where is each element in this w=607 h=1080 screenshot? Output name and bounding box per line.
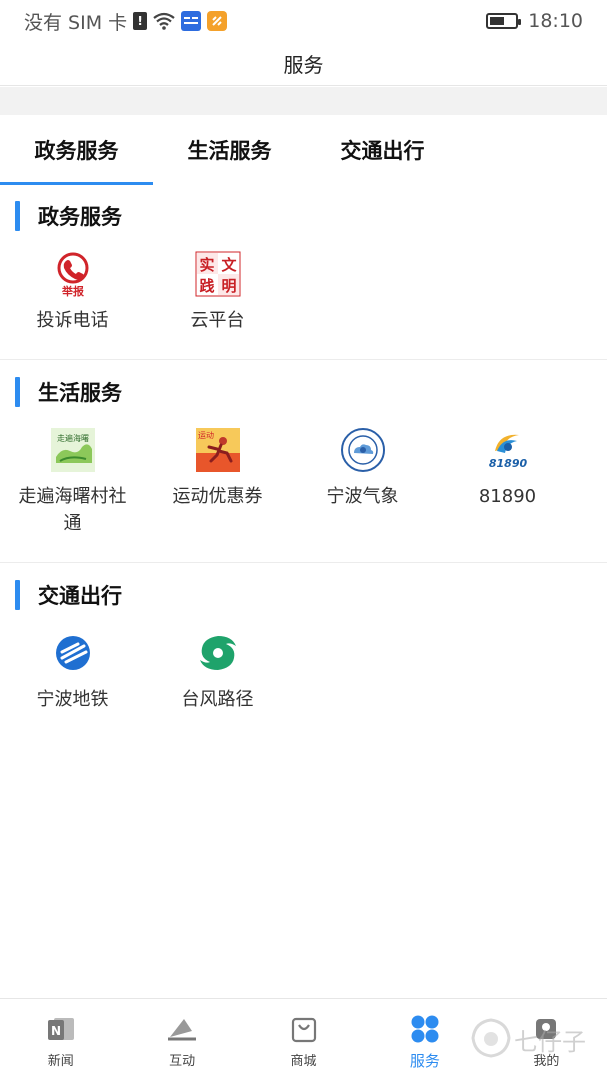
service-label: 走遍海曙村社通 — [18, 486, 127, 534]
section-title: 生活服务 — [38, 381, 122, 405]
section-divider — [0, 359, 607, 360]
section-marker — [15, 201, 20, 231]
notification-app-icon-2 — [207, 11, 228, 31]
service-label: 云平台 — [190, 310, 245, 331]
nav-label: 商城 — [290, 1054, 317, 1069]
nav-interact[interactable]: 互动 — [121, 999, 242, 1080]
service-label: 81890 — [478, 486, 537, 507]
service-label: 投诉电话 — [36, 310, 109, 331]
tab-transportation[interactable]: 交通出行 — [306, 115, 459, 185]
service-cloud-platform[interactable]: 实 文 践 明 云平台 — [145, 245, 290, 334]
hotline-text: 81890 — [488, 457, 527, 470]
service-81890[interactable]: 81890 81890 — [435, 421, 580, 537]
section-marker — [15, 377, 20, 407]
practice-char-3: 践 — [199, 277, 214, 295]
ningbo-metro-icon — [50, 630, 96, 676]
nav-shop[interactable]: 商城 — [243, 999, 364, 1080]
practice-char-2: 文 — [221, 256, 237, 274]
interact-icon — [166, 1013, 198, 1045]
village-text: 走遍海曙 — [57, 433, 89, 443]
haishu-village-icon: 走遍海曙 — [50, 427, 96, 473]
page-title: 服务 — [283, 53, 324, 77]
nav-label: 互动 — [169, 1054, 196, 1069]
notification-app-icon — [181, 11, 202, 31]
civilization-practice-icon: 实 文 践 明 — [195, 251, 241, 297]
watermark-text: 七仔子 — [514, 1027, 586, 1056]
coupon-text: 运动 — [198, 430, 214, 440]
watermark-logo: 七仔子 — [452, 1004, 602, 1074]
service-haishu-village[interactable]: 走遍海曙 走遍海曙村社通 — [0, 421, 145, 537]
nav-label: 服务 — [409, 1052, 440, 1070]
nav-news[interactable]: N 新闻 — [0, 999, 121, 1080]
service-label: 运动优惠券 — [172, 486, 263, 507]
report-phone-icon: 举报 — [50, 251, 96, 297]
section-header: 交通出行 — [0, 566, 607, 624]
report-text: 举报 — [61, 284, 85, 297]
service-grid-icon — [409, 1013, 441, 1045]
section-divider — [0, 562, 607, 563]
wifi-icon — [153, 12, 175, 30]
service-label: 宁波地铁 — [36, 689, 109, 710]
svg-text:N: N — [51, 1024, 61, 1038]
section-title: 政务服务 — [38, 205, 122, 229]
sports-coupon-icon: 运动 — [195, 427, 241, 473]
page-title-bar: 服务 — [0, 42, 607, 86]
service-typhoon-path[interactable]: 台风路径 — [145, 624, 290, 713]
battery-icon — [486, 13, 522, 29]
shop-bag-icon — [288, 1013, 320, 1045]
news-icon: N — [45, 1013, 77, 1045]
section-header: 政务服务 — [0, 187, 607, 245]
section-title: 交通出行 — [38, 584, 122, 608]
category-tabs: 政务服务 生活服务 交通出行 — [0, 115, 607, 185]
clock-text: 18:10 — [528, 10, 583, 32]
section-marker — [15, 580, 20, 610]
service-ningbo-weather[interactable]: 宁波气象 — [290, 421, 435, 537]
tab-life-services[interactable]: 生活服务 — [153, 115, 306, 185]
service-ningbo-metro[interactable]: 宁波地铁 — [0, 624, 145, 713]
carrier-text: 没有 SIM 卡 — [24, 11, 128, 34]
ningbo-weather-icon — [340, 427, 386, 473]
practice-char-1: 实 — [199, 256, 214, 274]
service-sports-coupon[interactable]: 运动 运动优惠券 — [145, 421, 290, 537]
nav-label: 新闻 — [47, 1054, 74, 1069]
section-life: 生活服务 走遍海曙 走遍海曙村社通 运动 运动优惠券 宁波气象 81890 81… — [0, 363, 607, 537]
tab-government-services[interactable]: 政务服务 — [0, 115, 153, 185]
status-bar: 没有 SIM 卡 ! 18:10 — [0, 0, 607, 42]
service-81890-icon: 81890 — [485, 427, 531, 473]
header-separator — [0, 87, 607, 115]
section-government: 政务服务 举报 投诉电话 实 文 践 明 云平台 — [0, 187, 607, 334]
service-label: 台风路径 — [181, 689, 254, 710]
practice-char-4: 明 — [221, 277, 236, 295]
section-transport: 交通出行 宁波地铁 台风路径 — [0, 566, 607, 713]
service-complaint-phone[interactable]: 举报 投诉电话 — [0, 245, 145, 334]
service-label: 宁波气象 — [326, 486, 399, 507]
sim-alert-icon: ! — [133, 12, 148, 30]
section-header: 生活服务 — [0, 363, 607, 421]
typhoon-path-icon — [195, 630, 241, 676]
